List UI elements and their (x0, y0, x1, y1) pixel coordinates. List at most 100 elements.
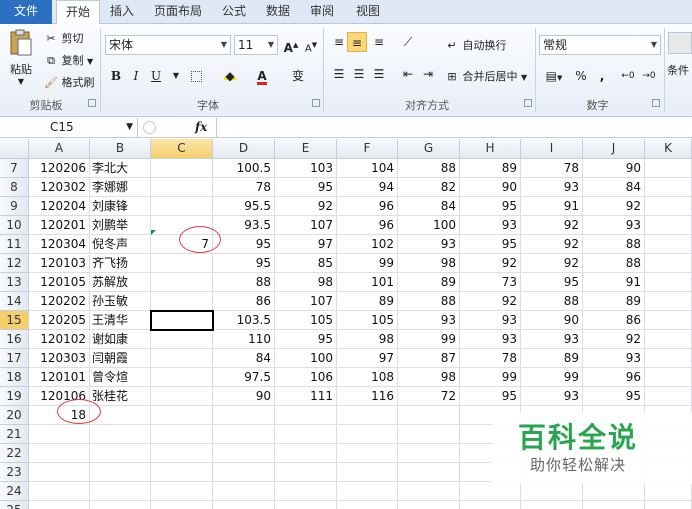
cell-f8[interactable]: 94 (337, 178, 398, 197)
cell-a16[interactable]: 120102 (29, 330, 90, 349)
cell-a11[interactable]: 120304 (29, 235, 90, 254)
cell-j8[interactable]: 84 (583, 178, 645, 197)
cell-k11[interactable] (645, 235, 692, 254)
cell-h9[interactable]: 95 (460, 197, 521, 216)
tab-data[interactable]: 数据 (260, 0, 296, 24)
cell-j10[interactable]: 93 (583, 216, 645, 235)
cell-c16[interactable] (151, 330, 213, 349)
cell-j9[interactable]: 92 (583, 197, 645, 216)
column-header-f[interactable]: F (337, 139, 398, 159)
cell-d23[interactable] (213, 463, 275, 482)
cell-c12[interactable] (151, 254, 213, 273)
cell-b14[interactable]: 孙玉敏 (90, 292, 151, 311)
cell-h11[interactable]: 95 (460, 235, 521, 254)
percent-button[interactable]: % (571, 66, 591, 86)
cell-j14[interactable]: 89 (583, 292, 645, 311)
align-bottom-button[interactable]: ≡ (369, 32, 389, 52)
number-format-combo[interactable]: 常规 ▼ (539, 35, 661, 55)
phonetic-button[interactable]: 变 (288, 66, 308, 86)
cell-g13[interactable]: 89 (398, 273, 460, 292)
clipboard-launcher-icon[interactable] (88, 99, 96, 107)
cell-a20[interactable]: 18 (29, 406, 90, 425)
cell-h8[interactable]: 90 (460, 178, 521, 197)
cell-h13[interactable]: 73 (460, 273, 521, 292)
cell-e20[interactable] (275, 406, 337, 425)
row-header-25[interactable]: 25 (0, 501, 29, 509)
cell-c9[interactable] (151, 197, 213, 216)
cell-j12[interactable]: 88 (583, 254, 645, 273)
cell-b10[interactable]: 刘鹏举 (90, 216, 151, 235)
cell-i13[interactable]: 95 (521, 273, 583, 292)
cell-e14[interactable]: 107 (275, 292, 337, 311)
row-header-19[interactable]: 19 (0, 387, 29, 406)
cell-e8[interactable]: 95 (275, 178, 337, 197)
cell-g20[interactable] (398, 406, 460, 425)
cell-k25[interactable] (645, 501, 692, 509)
cell-g11[interactable]: 93 (398, 235, 460, 254)
cell-c13[interactable] (151, 273, 213, 292)
column-header-c[interactable]: C (151, 139, 213, 159)
conditional-format-button[interactable]: 条件 (667, 62, 689, 78)
cell-j13[interactable]: 91 (583, 273, 645, 292)
shrink-font-button[interactable]: A▼ (301, 35, 321, 55)
cell-f20[interactable] (337, 406, 398, 425)
cell-g23[interactable] (398, 463, 460, 482)
cell-f16[interactable]: 98 (337, 330, 398, 349)
cell-k16[interactable] (645, 330, 692, 349)
cell-i7[interactable]: 78 (521, 159, 583, 178)
cell-h17[interactable]: 78 (460, 349, 521, 368)
formula-input[interactable] (222, 118, 690, 137)
cell-c21[interactable] (151, 425, 213, 444)
cell-e25[interactable] (275, 501, 337, 509)
cell-e22[interactable] (275, 444, 337, 463)
row-header-15[interactable]: 15 (0, 311, 29, 330)
cell-a15[interactable]: 120205 (29, 311, 90, 330)
cell-j11[interactable]: 88 (583, 235, 645, 254)
cell-c25[interactable] (151, 501, 213, 509)
font-color-button[interactable]: A (252, 66, 272, 86)
cell-h16[interactable]: 93 (460, 330, 521, 349)
cell-c20[interactable] (151, 406, 213, 425)
column-header-h[interactable]: H (460, 139, 521, 159)
cell-i12[interactable]: 92 (521, 254, 583, 273)
cell-b17[interactable]: 闫朝霞 (90, 349, 151, 368)
column-header-k[interactable]: K (645, 139, 692, 159)
align-center-button[interactable]: ☰ (349, 64, 369, 84)
cell-c22[interactable] (151, 444, 213, 463)
cell-a21[interactable] (29, 425, 90, 444)
cell-a18[interactable]: 120101 (29, 368, 90, 387)
cell-a10[interactable]: 120201 (29, 216, 90, 235)
cell-h24[interactable] (460, 482, 521, 501)
cell-f13[interactable]: 101 (337, 273, 398, 292)
cell-b18[interactable]: 曾令煊 (90, 368, 151, 387)
font-name-combo[interactable]: 宋体 ▼ (105, 35, 231, 55)
column-header-i[interactable]: I (521, 139, 583, 159)
paste-button[interactable]: 粘贴 ▼ (6, 28, 36, 88)
row-header-24[interactable]: 24 (0, 482, 29, 501)
tab-view[interactable]: 视图 (348, 0, 388, 24)
cell-f24[interactable] (337, 482, 398, 501)
cell-c17[interactable] (151, 349, 213, 368)
cell-c15[interactable] (151, 311, 213, 330)
cell-a9[interactable]: 120204 (29, 197, 90, 216)
cell-i24[interactable] (521, 482, 583, 501)
cell-d25[interactable] (213, 501, 275, 509)
italic-button[interactable]: I (126, 66, 146, 86)
cell-h12[interactable]: 92 (460, 254, 521, 273)
cell-d9[interactable]: 95.5 (213, 197, 275, 216)
cell-d18[interactable]: 97.5 (213, 368, 275, 387)
align-right-button[interactable]: ☰ (369, 64, 389, 84)
copy-button[interactable]: ⧉ 复制 ▼ (44, 52, 93, 68)
increase-decimal-button[interactable]: ←0 (618, 66, 638, 86)
cell-i17[interactable]: 89 (521, 349, 583, 368)
cell-g19[interactable]: 72 (398, 387, 460, 406)
cell-d19[interactable]: 90 (213, 387, 275, 406)
increase-indent-button[interactable]: ⇥ (418, 64, 438, 84)
cell-b25[interactable] (90, 501, 151, 509)
merge-center-button[interactable]: ⊞ 合并后居中 ▼ (445, 68, 527, 84)
cell-g18[interactable]: 98 (398, 368, 460, 387)
row-header-10[interactable]: 10 (0, 216, 29, 235)
cell-j7[interactable]: 90 (583, 159, 645, 178)
column-header-b[interactable]: B (90, 139, 151, 159)
cell-b12[interactable]: 齐飞扬 (90, 254, 151, 273)
